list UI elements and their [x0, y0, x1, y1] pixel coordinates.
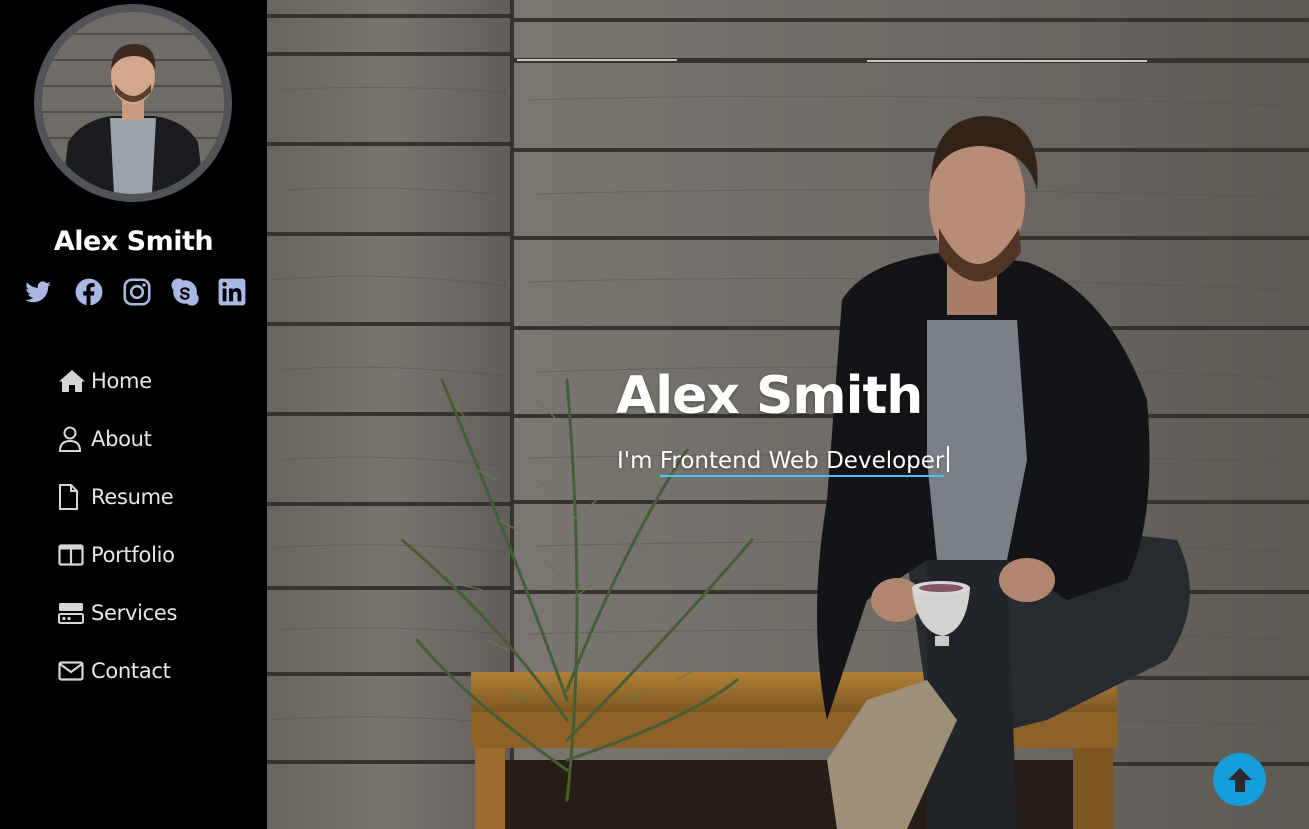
- server-icon: [58, 600, 88, 626]
- arrow-up-icon: [1227, 767, 1252, 792]
- nav-item-services[interactable]: Services: [58, 594, 177, 632]
- skype-icon[interactable]: [171, 278, 199, 306]
- nav-menu: Home About Resume Portfolio Services Con…: [58, 362, 177, 710]
- nav-label-services: Services: [91, 601, 178, 625]
- typed-text: Frontend Web Developer: [659, 448, 945, 477]
- book-icon: [58, 542, 88, 568]
- nav-item-resume[interactable]: Resume: [58, 478, 177, 516]
- hero-section: Alex Smith I'm Frontend Web Developer: [267, 0, 1309, 829]
- nav-item-portfolio[interactable]: Portfolio: [58, 536, 177, 574]
- nav-label-contact: Contact: [91, 659, 171, 683]
- instagram-icon[interactable]: [123, 278, 151, 306]
- facebook-icon[interactable]: [75, 278, 103, 306]
- hero-subtitle: I'm Frontend Web Developer: [617, 446, 950, 477]
- nav-item-home[interactable]: Home: [58, 362, 177, 400]
- home-icon: [58, 368, 88, 394]
- nav-item-about[interactable]: About: [58, 420, 177, 458]
- profile-name: Alex Smith: [53, 226, 214, 257]
- back-to-top-button[interactable]: [1213, 753, 1266, 806]
- envelope-icon: [58, 658, 88, 684]
- social-links: [24, 278, 246, 306]
- hero-title: Alex Smith: [616, 366, 923, 426]
- person-icon: [58, 426, 88, 452]
- nav-label-home: Home: [91, 369, 152, 393]
- typing-cursor: [947, 446, 950, 472]
- nav-item-contact[interactable]: Contact: [58, 652, 177, 690]
- hero-subtitle-prefix: I'm: [617, 448, 660, 474]
- nav-label-resume: Resume: [91, 485, 174, 509]
- nav-label-about: About: [91, 427, 152, 451]
- sidebar: Alex Smith Home About Resume Portfolio S…: [0, 0, 267, 829]
- profile-photo: [34, 4, 232, 202]
- file-icon: [58, 484, 88, 510]
- twitter-icon[interactable]: [24, 278, 52, 306]
- linkedin-icon[interactable]: [218, 278, 246, 306]
- nav-label-portfolio: Portfolio: [91, 543, 175, 567]
